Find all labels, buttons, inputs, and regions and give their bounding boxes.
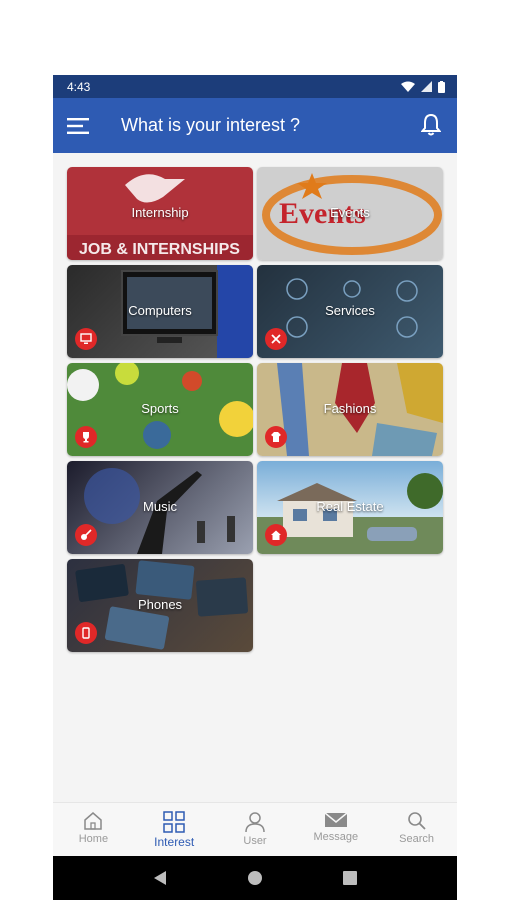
- category-tile-events[interactable]: Events Events: [257, 167, 443, 260]
- category-tile-phones[interactable]: Phones: [67, 559, 253, 652]
- category-label: Computers: [128, 303, 192, 318]
- app-bar: What is your interest ?: [53, 98, 457, 153]
- category-label: Sports: [141, 401, 179, 416]
- nav-label: Interest: [154, 835, 195, 849]
- category-label: Real Estate: [316, 499, 384, 514]
- shirt-icon: [265, 426, 287, 448]
- house-icon: [265, 524, 287, 546]
- nav-search[interactable]: Search: [376, 803, 457, 856]
- status-bar: 4:43: [53, 75, 457, 98]
- bottom-navigation: Home Interest User Message Search: [53, 802, 457, 856]
- internship-banner-text: JOB & INTERNSHIPS: [79, 241, 240, 258]
- menu-icon[interactable]: [67, 117, 89, 134]
- envelope-icon: [324, 812, 348, 827]
- category-tile-fashions[interactable]: Fashions: [257, 363, 443, 456]
- home-circle-icon[interactable]: [247, 870, 263, 886]
- monitor-icon: [75, 328, 97, 350]
- page-title: What is your interest ?: [121, 115, 301, 135]
- signal-icon: [421, 81, 432, 92]
- category-label: Music: [143, 499, 177, 514]
- nav-message[interactable]: Message: [295, 803, 376, 856]
- tools-icon: [265, 328, 287, 350]
- category-tile-internship[interactable]: JOB & INTERNSHIPS Internship: [67, 167, 253, 260]
- search-icon: [407, 812, 426, 830]
- status-time: 4:43: [67, 79, 91, 94]
- recents-icon[interactable]: [343, 871, 357, 885]
- category-tile-computers[interactable]: Computers: [67, 265, 253, 358]
- bell-icon[interactable]: [421, 113, 441, 137]
- category-label: Internship: [131, 205, 189, 220]
- system-navigation-bar: [53, 856, 457, 900]
- trophy-icon: [75, 426, 97, 448]
- wifi-icon: [401, 81, 415, 92]
- nav-label: User: [243, 835, 267, 847]
- nav-interest[interactable]: Interest: [134, 803, 215, 856]
- nav-user[interactable]: User: [215, 803, 296, 856]
- category-label: Phones: [137, 597, 183, 612]
- guitar-icon: [75, 524, 97, 546]
- home-icon: [84, 812, 103, 830]
- battery-icon: [438, 80, 445, 93]
- category-tile-real-estate[interactable]: Real Estate: [257, 461, 443, 554]
- user-icon: [245, 812, 265, 833]
- phone-icon: [75, 622, 97, 644]
- nav-label: Search: [399, 833, 435, 845]
- nav-home[interactable]: Home: [53, 803, 134, 856]
- category-tile-services[interactable]: Services: [257, 265, 443, 358]
- category-tile-sports[interactable]: Sports: [67, 363, 253, 456]
- nav-label: Message: [313, 831, 359, 843]
- category-label: Events: [330, 205, 370, 220]
- grid-icon: [163, 811, 185, 833]
- phone-screen: 4:43 What is your interest ? JOB & INTER…: [53, 75, 457, 900]
- back-icon[interactable]: [153, 870, 167, 886]
- nav-label: Home: [78, 833, 109, 845]
- category-label: Fashions: [323, 401, 377, 416]
- category-label: Services: [325, 303, 375, 318]
- category-tile-music[interactable]: Music: [67, 461, 253, 554]
